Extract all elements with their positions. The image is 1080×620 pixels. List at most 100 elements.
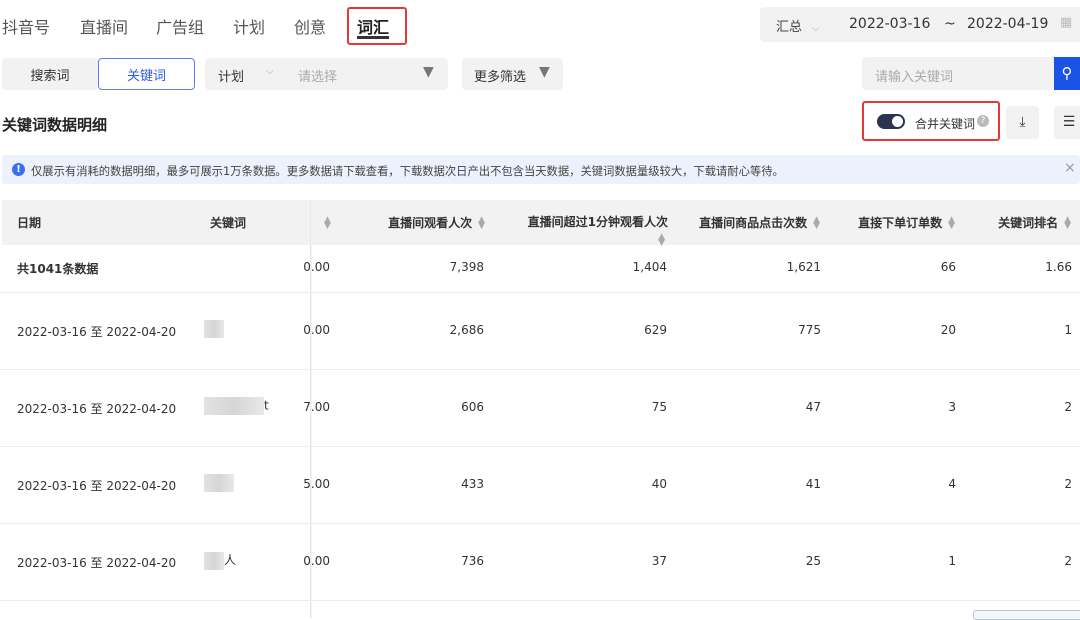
header-views[interactable]: 直播间观看人次 ▲ ▼ xyxy=(388,200,485,245)
cell-keyword-blurred xyxy=(204,320,224,338)
end-date[interactable]: 2022-04-19 xyxy=(967,16,1048,32)
cell-date: 2022-03-16 至 2022-04-20 xyxy=(17,479,177,493)
blurred-keyword xyxy=(204,320,224,338)
search-word-tab[interactable]: 搜索词 xyxy=(2,58,98,90)
plan-placeholder[interactable]: 请选择 xyxy=(298,66,337,85)
tab-douyin[interactable]: 抖音号 xyxy=(2,14,50,38)
search-placeholder: 请输入关键词 xyxy=(875,70,954,85)
keyword-visible-part: t xyxy=(264,398,269,413)
cell-keyword-blurred: t xyxy=(204,397,269,415)
cell-orders: 3 xyxy=(948,400,956,414)
plan-label: 计划 xyxy=(218,70,245,85)
cell-orders: 4 xyxy=(948,477,956,491)
cell-clicks: 47 xyxy=(805,400,821,414)
header-label: 直接下单订单数 xyxy=(858,216,943,230)
cell-clicks: 25 xyxy=(805,554,821,568)
row-divider xyxy=(0,292,1080,293)
sort-icon[interactable]: ▲ ▼ xyxy=(813,215,820,230)
cell-views-1min: 40 xyxy=(651,477,667,491)
download-icon: ⤓ xyxy=(1019,114,1026,130)
merge-keyword-label: 合并关键词 xyxy=(915,117,976,131)
total-clicks: 1,621 xyxy=(786,260,821,274)
tab-plan[interactable]: 计划 xyxy=(233,14,265,38)
tab-live-room[interactable]: 直播间 xyxy=(80,14,128,38)
sort-icon[interactable]: ▲ ▼ xyxy=(1064,215,1071,230)
sort-icon[interactable]: ▲ ▼ xyxy=(478,215,485,230)
cell-orders: 20 xyxy=(940,323,956,337)
sort-icon[interactable]: ▲ ▼ xyxy=(658,233,665,248)
tab-creative[interactable]: 创意 xyxy=(294,14,326,38)
header-keyword: 关键词 xyxy=(210,216,247,230)
chevron-down-icon: ⌵ xyxy=(266,66,274,77)
total-partial: 0.00 xyxy=(303,260,330,274)
blurred-keyword xyxy=(204,474,234,492)
start-date[interactable]: 2022-03-16 xyxy=(849,16,930,32)
cell-views: 736 xyxy=(461,554,484,568)
help-icon[interactable]: ? xyxy=(977,115,989,127)
row-divider xyxy=(0,523,1080,524)
cell-orders: 1 xyxy=(948,554,956,568)
sort-icon[interactable]: ▲ ▼ xyxy=(948,215,955,230)
date-separator: ~ xyxy=(944,16,956,32)
column-settings-button[interactable]: ☰ xyxy=(1054,106,1080,139)
total-views-1min: 1,404 xyxy=(632,260,667,274)
cell-partial-value: 7.00 xyxy=(303,400,330,414)
header-label: 关键词排名 xyxy=(998,216,1059,230)
keyword-tab[interactable]: 关键词 xyxy=(98,58,195,90)
floating-widget[interactable] xyxy=(973,610,1080,620)
total-orders: 66 xyxy=(940,260,956,274)
tab-ad-group[interactable]: 广告组 xyxy=(156,14,204,38)
mode-select[interactable]: 汇总 ⌵ xyxy=(776,16,820,35)
notice-text: 仅展示有消耗的数据明细，最多可展示1万条数据。更多数据请下载查看，下载数据次日产… xyxy=(31,165,784,178)
search-button[interactable]: ⚲ xyxy=(1054,57,1080,90)
search-word-label: 搜索词 xyxy=(30,68,70,84)
header-orders[interactable]: 直接下单订单数 ▲ ▼ xyxy=(858,200,955,245)
filter-icon: ▼ xyxy=(539,64,550,80)
row-divider xyxy=(0,369,1080,370)
cell-date: 2022-03-16 至 2022-04-20 xyxy=(17,556,177,570)
cell-views-1min: 37 xyxy=(651,554,667,568)
cell-clicks: 41 xyxy=(805,477,821,491)
sort-icon[interactable]: ▲ ▼ xyxy=(324,215,331,230)
cell-views-1min: 75 xyxy=(651,400,667,414)
header-label: 直播间观看人次 xyxy=(388,216,473,230)
cell-views-1min: 629 xyxy=(644,323,667,337)
blurred-keyword xyxy=(204,397,264,415)
cell-views: 606 xyxy=(461,400,484,414)
search-icon: ⚲ xyxy=(1061,64,1073,82)
cell-partial-value: 0.00 xyxy=(303,554,330,568)
close-icon[interactable]: × xyxy=(1064,160,1076,176)
merge-keyword-toggle[interactable] xyxy=(877,114,905,129)
header-label: 直播间商品点击次数 xyxy=(699,216,808,230)
total-rank: 1.66 xyxy=(1045,260,1072,274)
cell-rank: 2 xyxy=(1064,400,1072,414)
cell-views: 2,686 xyxy=(449,323,484,337)
keyword-search-input[interactable]: 请输入关键词 xyxy=(862,57,1055,90)
row-divider xyxy=(0,446,1080,447)
header-label: 直播间超过1分钟观看人次 xyxy=(527,215,668,229)
cell-rank: 2 xyxy=(1064,477,1072,491)
total-label: 共1041条数据 xyxy=(17,262,99,276)
info-icon: ! xyxy=(12,163,25,176)
mode-value: 汇总 xyxy=(776,20,803,35)
settings-sliders-icon: ☰ xyxy=(1062,114,1076,130)
cell-clicks: 775 xyxy=(798,323,821,337)
cell-date: 2022-03-16 至 2022-04-20 xyxy=(17,402,177,416)
highlight-box xyxy=(347,7,407,45)
frozen-column-shadow xyxy=(310,200,312,618)
chevron-down-icon: ⌵ xyxy=(812,23,820,34)
cell-views: 433 xyxy=(461,477,484,491)
header-rank[interactable]: 关键词排名 ▲ ▼ xyxy=(998,200,1071,245)
download-button[interactable]: ⤓ xyxy=(1006,106,1039,139)
blurred-keyword xyxy=(204,551,224,570)
more-filters-label: 更多筛选 xyxy=(474,70,527,85)
header-views-1min[interactable]: 直播间超过1分钟观看人次 ▲ ▼ xyxy=(527,205,668,248)
cell-partial-value: 5.00 xyxy=(303,477,330,491)
section-title: 关键词数据明细 xyxy=(2,116,108,134)
keyword-visible-part: 人 xyxy=(224,553,237,567)
header-clicks[interactable]: 直播间商品点击次数 ▲ ▼ xyxy=(699,200,820,245)
calendar-icon[interactable]: ▦ xyxy=(1060,15,1072,30)
cell-rank: 2 xyxy=(1064,554,1072,568)
cell-rank: 1 xyxy=(1064,323,1072,337)
header-date: 日期 xyxy=(17,216,42,230)
